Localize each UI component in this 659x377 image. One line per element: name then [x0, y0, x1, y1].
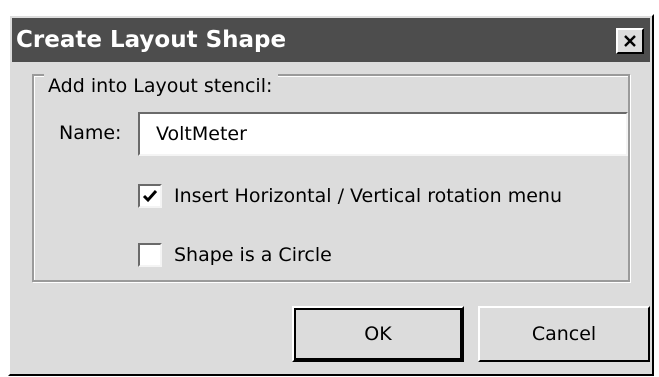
name-input[interactable] — [138, 112, 628, 156]
name-label: Name: — [59, 122, 122, 144]
close-button[interactable] — [616, 28, 644, 54]
rotation-menu-label: Insert Horizontal / Vertical rotation me… — [174, 185, 563, 207]
cancel-button[interactable]: Cancel — [478, 306, 650, 362]
groupbox-legend: Add into Layout stencil: — [44, 74, 279, 98]
rotation-menu-checkbox[interactable] — [138, 184, 162, 208]
circle-shape-checkbox[interactable] — [138, 243, 162, 267]
close-icon — [624, 35, 636, 47]
ok-button[interactable]: OK — [292, 306, 464, 362]
checkmark-icon — [142, 190, 158, 203]
circle-shape-label: Shape is a Circle — [174, 244, 332, 266]
title-bar[interactable]: Create Layout Shape — [12, 18, 650, 62]
window-title: Create Layout Shape — [16, 27, 287, 53]
